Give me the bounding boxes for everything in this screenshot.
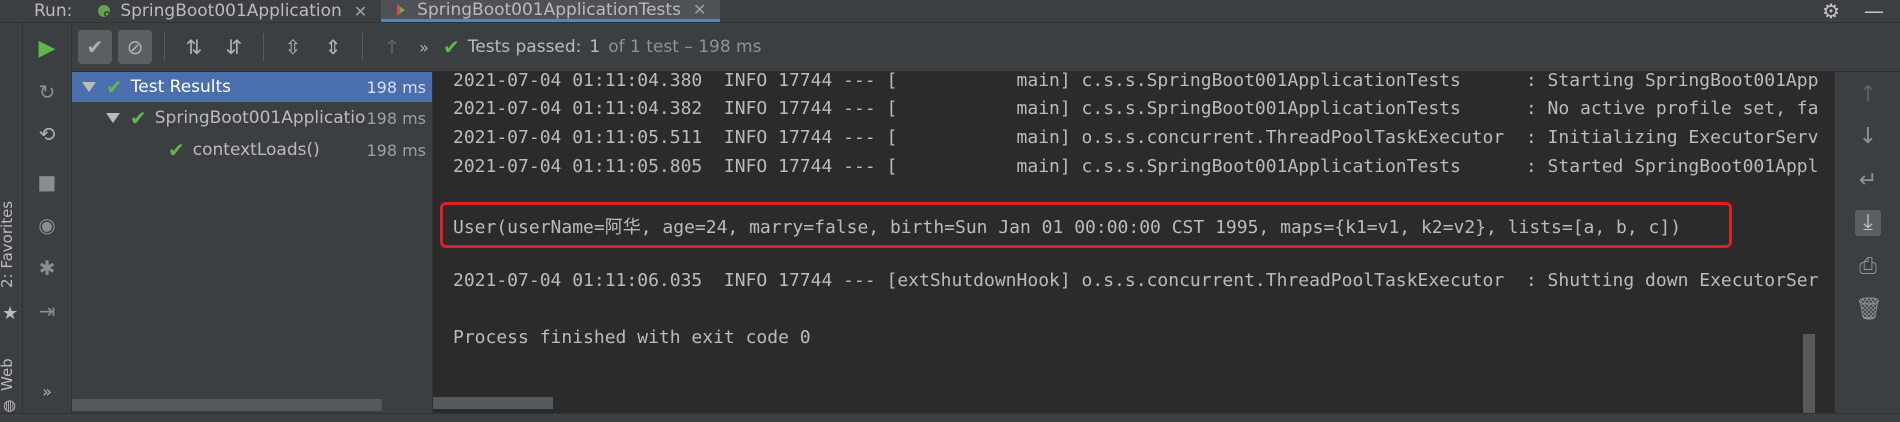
tree-item-label: contextLoads() (192, 140, 320, 160)
soft-wrap-icon[interactable]: ↵ (1855, 168, 1881, 194)
sort-duration-icon[interactable]: ⇵ (217, 30, 251, 64)
console-output[interactable]: 2021-07-04 01:11:04.380 INFO 17744 --- [… (433, 72, 1833, 421)
process-exit-line: Process finished with exit code 0 (453, 327, 811, 348)
log-line: 2021-07-04 01:11:04.382 INFO 17744 --- [… (453, 98, 1819, 119)
more-icon[interactable]: » (35, 380, 59, 404)
sort-alpha-icon[interactable]: ⇅ (177, 30, 211, 64)
close-icon[interactable]: ✕ (693, 0, 706, 19)
run-label: Run: (34, 1, 73, 21)
gear-icon[interactable]: ⚙ (1822, 0, 1840, 23)
rerun-failed-icon[interactable]: ↻ (35, 80, 59, 104)
expand-all-icon[interactable]: ⇳ (276, 30, 310, 64)
test-toolbar: ✔ ⊘ ⇅ ⇵ ⇳ ⇕ ↑ » ✔ Tests passed: 1 of 1 t… (72, 23, 1900, 71)
show-passed-icon[interactable]: ✔ (78, 30, 112, 64)
check-icon: ✔ (106, 75, 123, 99)
expand-arrow-icon[interactable] (106, 113, 120, 123)
tree-item-test-class[interactable]: ✔ SpringBoot001Applicatio 198 ms (72, 103, 432, 133)
tab-label: SpringBoot001Application (120, 1, 342, 21)
test-status: ✔ Tests passed: 1 of 1 test – 198 ms (443, 35, 761, 59)
tab-application[interactable]: SpringBoot001Application ✕ (84, 0, 381, 22)
print-icon[interactable]: ⎙ (1855, 254, 1881, 280)
tree-item-test-results[interactable]: ✔ Test Results 198 ms (72, 72, 432, 102)
duration: 198 ms (366, 140, 426, 160)
user-output-line: User(userName=阿华, age=24, marry=false, b… (453, 217, 1682, 238)
console-actions-column: ↑ ↓ ↵ ⤓ ⎙ 🗑 (1834, 72, 1900, 421)
check-icon: ✔ (443, 35, 460, 59)
duration: 198 ms (366, 108, 426, 128)
log-line: 2021-07-04 01:11:05.805 INFO 17744 --- [… (453, 156, 1819, 177)
show-ignored-icon[interactable]: ⊘ (118, 30, 152, 64)
debug-icon[interactable]: ✱ (35, 256, 59, 280)
status-count: 1 (589, 37, 601, 57)
run-tab-bar: Run: SpringBoot001Application ✕ SpringBo… (0, 0, 1900, 23)
tab-application-tests[interactable]: SpringBoot001ApplicationTests ✕ (381, 0, 721, 22)
prev-failed-icon[interactable]: ↑ (375, 30, 409, 64)
run-icon[interactable]: ▶ (35, 37, 59, 61)
log-line: 2021-07-04 01:11:04.380 INFO 17744 --- [… (453, 72, 1819, 91)
log-line: 2021-07-04 01:11:05.511 INFO 17744 --- [… (453, 127, 1819, 148)
more-icon[interactable]: » (415, 30, 433, 64)
scroll-to-end-icon[interactable]: ⤓ (1855, 210, 1881, 236)
divider (263, 33, 264, 61)
favorites-label[interactable]: 2: Favorites (0, 201, 16, 288)
horizontal-scrollbar[interactable] (72, 399, 382, 411)
horizontal-scrollbar[interactable] (433, 397, 553, 409)
exit-icon[interactable]: ⇥ (35, 299, 59, 323)
web-label[interactable]: Web (0, 358, 16, 391)
status-rest: of 1 test – 198 ms (608, 37, 762, 57)
test-run-icon (397, 3, 406, 16)
status-main: Tests passed: (467, 37, 582, 57)
run-actions-column: ▶ ↻ ⟲ ■ ◉ ✱ ⇥ » (23, 23, 72, 421)
collapse-all-icon[interactable]: ⇕ (316, 30, 350, 64)
tab-label: SpringBoot001ApplicationTests (417, 0, 681, 20)
stop-icon[interactable]: ■ (35, 170, 59, 194)
tree-item-test-method[interactable]: ✔ contextLoads() 198 ms (72, 135, 432, 165)
vertical-scrollbar[interactable] (1803, 334, 1815, 421)
check-icon: ✔ (168, 138, 185, 162)
close-icon[interactable]: ✕ (354, 2, 367, 21)
left-tool-strip: 2: Favorites ★ Web ◍ (0, 23, 23, 421)
spring-run-icon (98, 5, 111, 17)
camera-icon[interactable]: ◉ (35, 213, 59, 237)
tree-item-label: Test Results (130, 77, 232, 97)
globe-icon: ◍ (3, 396, 17, 414)
tree-item-label: SpringBoot001Applicatio (154, 108, 366, 128)
up-arrow-icon[interactable]: ↑ (1855, 82, 1881, 108)
divider (164, 33, 165, 61)
divider (362, 33, 363, 61)
star-icon: ★ (2, 303, 19, 324)
minimize-icon[interactable]: — (1864, 0, 1884, 23)
check-icon: ✔ (130, 106, 147, 130)
trash-icon[interactable]: 🗑 (1855, 297, 1883, 323)
log-line: 2021-07-04 01:11:06.035 INFO 17744 --- [… (453, 270, 1819, 291)
duration: 198 ms (366, 77, 426, 97)
expand-arrow-icon[interactable] (82, 82, 96, 92)
test-results-tree: ✔ Test Results 198 ms ✔ SpringBoot001App… (72, 72, 433, 421)
toggle-auto-test-icon[interactable]: ⟲ (35, 122, 59, 146)
down-arrow-icon[interactable]: ↓ (1855, 124, 1881, 150)
